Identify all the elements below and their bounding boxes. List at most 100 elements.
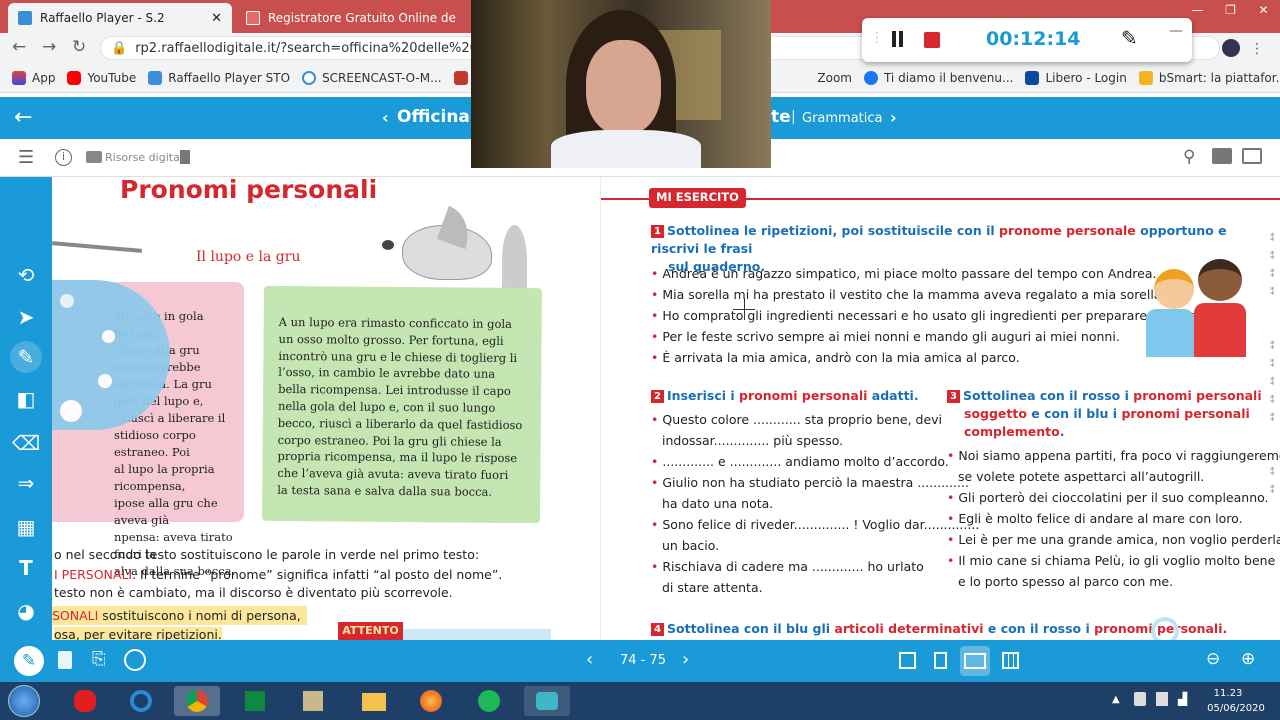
zoom-out-icon[interactable]: ⊖ xyxy=(1206,649,1220,669)
exercise-number: 4 xyxy=(651,623,664,636)
prev-chevron-icon[interactable]: ‹ xyxy=(382,108,389,127)
attachment-icon[interactable]: ⎘ xyxy=(92,649,106,669)
bookmark-screencast[interactable]: SCREENCAST-O-M... xyxy=(302,70,442,85)
item-text: Questo colore ............ sta proprio b… xyxy=(662,412,943,427)
reload-icon[interactable]: ↻ xyxy=(72,37,86,57)
item-text: un bacio. xyxy=(662,538,720,553)
text-icon[interactable]: T xyxy=(10,552,42,584)
bookmark-raffaello[interactable]: Raffaello Player STO xyxy=(148,70,290,85)
explorer-icon[interactable] xyxy=(350,686,396,716)
item-text: di stare attenta. xyxy=(662,580,763,595)
instr-text: Inserisci i xyxy=(667,388,740,403)
bsmart-icon xyxy=(1138,70,1153,85)
close-window-icon[interactable]: ✕ xyxy=(1247,0,1280,33)
pointer-icon[interactable]: ➤ xyxy=(10,301,42,333)
history-icon[interactable]: ⟲ xyxy=(10,259,42,291)
pencil-icon[interactable]: ✎ xyxy=(10,341,42,373)
bookmark-label: App xyxy=(32,70,56,85)
back-icon[interactable]: ← xyxy=(12,37,26,57)
drag-handle-icon[interactable]: ⋮ xyxy=(870,30,884,46)
item-text: Per le feste scrivo sempre ai miei nonni… xyxy=(662,329,1120,344)
grid-view-icon[interactable] xyxy=(124,649,146,671)
pause-icon[interactable] xyxy=(892,31,896,47)
tab-registratore[interactable]: Registratore Gratuito Online dell xyxy=(236,3,456,33)
minimize-recorder-icon[interactable]: — xyxy=(1169,23,1183,39)
instr-highlight: pronomi personali xyxy=(1133,388,1262,403)
zoom-in-icon[interactable]: ⊕ xyxy=(1241,649,1255,669)
instr-highlight: articoli determinativi xyxy=(834,621,984,636)
color-icon[interactable]: ◕ xyxy=(10,595,42,627)
children-illustration xyxy=(1146,259,1251,357)
bullet: • xyxy=(651,329,659,344)
tab-raffaello-player[interactable]: Raffaello Player - S.2 ✕ xyxy=(8,3,232,33)
clock-time[interactable]: 11.23 xyxy=(1198,688,1258,699)
item-text: Rischiava di cadere ma ............. ho … xyxy=(662,559,924,574)
story-title: Il lupo e la gru xyxy=(196,249,301,265)
instr-text: adatti. xyxy=(867,388,919,403)
eraser-icon[interactable]: ⌫ xyxy=(10,427,42,459)
start-button[interactable] xyxy=(8,685,40,717)
exercise-item: un bacio. xyxy=(651,535,979,556)
bookmark-label: bSmart: la piattafor... xyxy=(1158,70,1280,85)
back-arrow-icon[interactable]: ← xyxy=(14,105,32,130)
spotify-icon[interactable] xyxy=(466,686,512,716)
page-indicator: 74 - 75 xyxy=(620,653,667,668)
raffaello-icon xyxy=(148,70,163,85)
bookmark-label: YouTube xyxy=(87,70,137,85)
bookmark-label: Ti diamo il benvenu... xyxy=(883,70,1014,85)
battery-icon[interactable] xyxy=(1156,692,1168,706)
ie-icon[interactable] xyxy=(118,686,164,716)
close-icon[interactable]: ✕ xyxy=(211,11,222,26)
item-text: Giulio non ha studiato perciò la maestra… xyxy=(662,475,969,490)
prev-page-icon[interactable]: ‹ xyxy=(586,649,593,670)
bookmark-app[interactable]: App xyxy=(12,70,56,85)
bookmark-libero[interactable]: Libero - Login xyxy=(1025,70,1127,85)
instr-highlight: pronomi personali xyxy=(1121,406,1250,421)
taskbar-app-red[interactable] xyxy=(62,686,108,716)
bookmark-zoom[interactable]: Zoom xyxy=(817,71,852,85)
single-page-icon[interactable] xyxy=(899,652,916,669)
scroll-app-icon[interactable] xyxy=(290,686,336,716)
exercise-4-instruction: 4 Sottolinea con il blu gli articoli dete… xyxy=(651,620,1227,638)
network-icon[interactable] xyxy=(1134,692,1146,706)
double-page-icon[interactable] xyxy=(960,646,990,676)
forward-icon[interactable]: → xyxy=(42,37,56,57)
exercise-item: • Egli è molto felice di andare al mare c… xyxy=(947,508,1280,529)
bookmark-icon[interactable] xyxy=(180,150,190,164)
chrome-icon[interactable] xyxy=(174,686,220,716)
firefox-icon[interactable] xyxy=(408,686,454,716)
shapes-icon[interactable]: ◧ xyxy=(10,383,42,415)
bullet: • xyxy=(947,511,955,526)
bookmark-bsmart[interactable]: bSmart: la piattafor... xyxy=(1138,70,1280,85)
layout-icon[interactable]: ▦ xyxy=(10,511,42,543)
annotate-pen-icon[interactable]: ✎ xyxy=(1121,26,1138,50)
store-icon[interactable] xyxy=(232,686,278,716)
stop-icon[interactable] xyxy=(924,32,940,48)
exercise-number: 1 xyxy=(651,225,664,238)
item-text: indossar.............. più spesso. xyxy=(662,433,844,448)
bookmark-facebook[interactable]: Ti diamo il benvenu... xyxy=(863,70,1014,85)
bookmark-youtube[interactable]: YouTube xyxy=(67,70,137,85)
tray-chevron-icon[interactable]: ▲ xyxy=(1112,694,1120,705)
clock-date[interactable]: 05/06/2020 xyxy=(1198,703,1274,714)
fullscreen-icon[interactable] xyxy=(1242,148,1262,164)
print-icon[interactable] xyxy=(1212,148,1232,164)
next-chevron-icon[interactable]: › xyxy=(890,108,897,127)
arrow-right-icon[interactable]: ⇒ xyxy=(10,467,42,499)
thumbnails-icon[interactable] xyxy=(1002,652,1019,669)
digital-resources-link[interactable]: Risorse digitali xyxy=(105,151,186,164)
info-icon[interactable]: i xyxy=(55,149,72,166)
recorder-app-icon[interactable] xyxy=(524,686,570,716)
pencil-tool-icon[interactable]: ✎ xyxy=(14,646,44,676)
signal-icon[interactable]: ▟ xyxy=(1178,692,1187,706)
youtube-icon xyxy=(67,70,82,85)
menu-icon[interactable]: ⋮ xyxy=(1250,41,1264,57)
next-page-icon[interactable]: › xyxy=(682,649,689,670)
hamburger-icon[interactable]: ☰ xyxy=(18,147,34,168)
exercise-number: 3 xyxy=(947,390,960,403)
document-icon[interactable] xyxy=(58,651,72,669)
scroll-view-icon[interactable] xyxy=(934,652,947,669)
maximize-icon[interactable]: ❐ xyxy=(1214,0,1247,33)
dark-mode-icon[interactable] xyxy=(1222,39,1240,57)
search-icon[interactable]: ⚲ xyxy=(1183,147,1195,167)
